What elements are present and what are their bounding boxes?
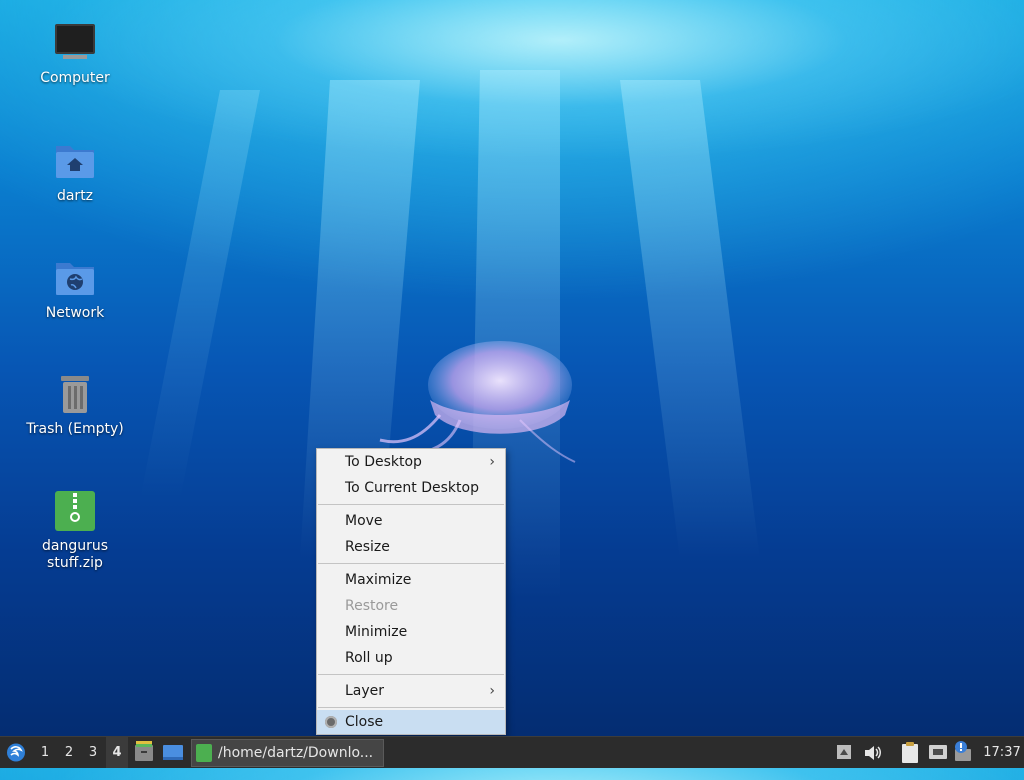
desktop-icon bbox=[163, 745, 183, 760]
menu-item-maximize[interactable]: Maximize bbox=[317, 567, 505, 593]
jellyfish-illustration bbox=[379, 341, 576, 463]
workspace-3[interactable]: 3 bbox=[82, 737, 104, 768]
workspace-1[interactable]: 1 bbox=[34, 737, 56, 768]
zip-archive-icon bbox=[53, 490, 97, 534]
menu-item-label: Roll up bbox=[345, 650, 393, 666]
radio-indicator-icon bbox=[325, 716, 337, 728]
menu-separator bbox=[318, 504, 504, 505]
menu-separator bbox=[318, 707, 504, 708]
menu-item-label: Layer bbox=[345, 683, 385, 699]
show-desktop-launcher[interactable] bbox=[160, 737, 186, 768]
menu-separator bbox=[318, 674, 504, 675]
update-notifier-button[interactable] bbox=[952, 737, 974, 768]
window-context-menu: To Desktop › To Current Desktop Move Res… bbox=[316, 448, 506, 735]
wallpaper-rays bbox=[140, 70, 760, 600]
menu-item-label: Restore bbox=[345, 598, 399, 614]
workspace-2[interactable]: 2 bbox=[58, 737, 80, 768]
menu-item-label: Close bbox=[345, 714, 384, 730]
menu-item-to-current-desktop[interactable]: To Current Desktop bbox=[317, 475, 505, 501]
tray-expand-button[interactable] bbox=[834, 737, 854, 768]
chevron-right-icon: › bbox=[489, 683, 495, 699]
menu-item-label: To Current Desktop bbox=[345, 480, 479, 496]
computer-icon bbox=[53, 22, 97, 66]
desktop-icon-zip-file[interactable]: dangurus stuff.zip bbox=[20, 490, 130, 572]
trash-icon bbox=[53, 373, 97, 417]
desktop-icon-label: Network bbox=[45, 305, 105, 321]
menu-item-minimize[interactable]: Minimize bbox=[317, 619, 505, 645]
taskbar: 1 2 3 4 /home/dartz/Downlo... 17:37 bbox=[0, 736, 1024, 768]
menu-item-label: Maximize bbox=[345, 572, 412, 588]
menu-item-close[interactable]: Close bbox=[317, 710, 505, 734]
start-menu-button[interactable] bbox=[2, 737, 30, 768]
taskbar-window-button[interactable]: /home/dartz/Downlo... bbox=[191, 739, 384, 767]
home-folder-icon bbox=[53, 140, 97, 184]
desktop-icon-label: Trash (Empty) bbox=[26, 421, 124, 437]
menu-item-label: Move bbox=[345, 513, 383, 529]
desktop-icon-label: dartz bbox=[56, 188, 94, 204]
menu-item-layer[interactable]: Layer › bbox=[317, 678, 505, 704]
desktop-icon-network[interactable]: Network bbox=[20, 257, 130, 322]
menu-item-to-desktop[interactable]: To Desktop › bbox=[317, 449, 505, 475]
clipboard-button[interactable] bbox=[898, 737, 922, 768]
menu-item-roll-up[interactable]: Roll up bbox=[317, 645, 505, 671]
desktop-icon-home-folder[interactable]: dartz bbox=[20, 140, 130, 205]
volume-icon bbox=[865, 746, 881, 760]
volume-button[interactable] bbox=[860, 737, 884, 768]
menu-item-label: To Desktop bbox=[345, 454, 422, 470]
menu-separator bbox=[318, 563, 504, 564]
desktop-icon-computer[interactable]: Computer bbox=[20, 22, 130, 87]
menu-item-label: Resize bbox=[345, 539, 390, 555]
workspace-4[interactable]: 4 bbox=[106, 737, 128, 768]
menu-item-label: Minimize bbox=[345, 624, 408, 640]
chevron-right-icon: › bbox=[489, 454, 495, 470]
menu-item-resize[interactable]: Resize bbox=[317, 534, 505, 560]
clock[interactable]: 17:37 bbox=[980, 737, 1024, 768]
notification-alert-icon bbox=[955, 741, 971, 761]
desktop-icon-trash[interactable]: Trash (Empty) bbox=[20, 373, 130, 438]
menu-item-move[interactable]: Move bbox=[317, 508, 505, 534]
arrow-up-icon bbox=[837, 745, 851, 759]
clipboard-icon bbox=[902, 742, 918, 763]
desktop-icon-label: dangurus stuff.zip bbox=[41, 538, 109, 571]
wired-network-icon bbox=[929, 745, 947, 759]
taskbar-window-title: /home/dartz/Downlo... bbox=[218, 745, 374, 761]
menu-item-restore: Restore bbox=[317, 593, 505, 619]
file-manager-icon bbox=[135, 741, 153, 761]
file-manager-launcher[interactable] bbox=[132, 737, 156, 768]
desktop-icon-label: Computer bbox=[40, 70, 110, 86]
zip-archive-icon bbox=[196, 744, 212, 762]
network-folder-icon bbox=[53, 257, 97, 301]
network-status-button[interactable] bbox=[926, 737, 950, 768]
lubuntu-logo-icon bbox=[7, 743, 25, 762]
